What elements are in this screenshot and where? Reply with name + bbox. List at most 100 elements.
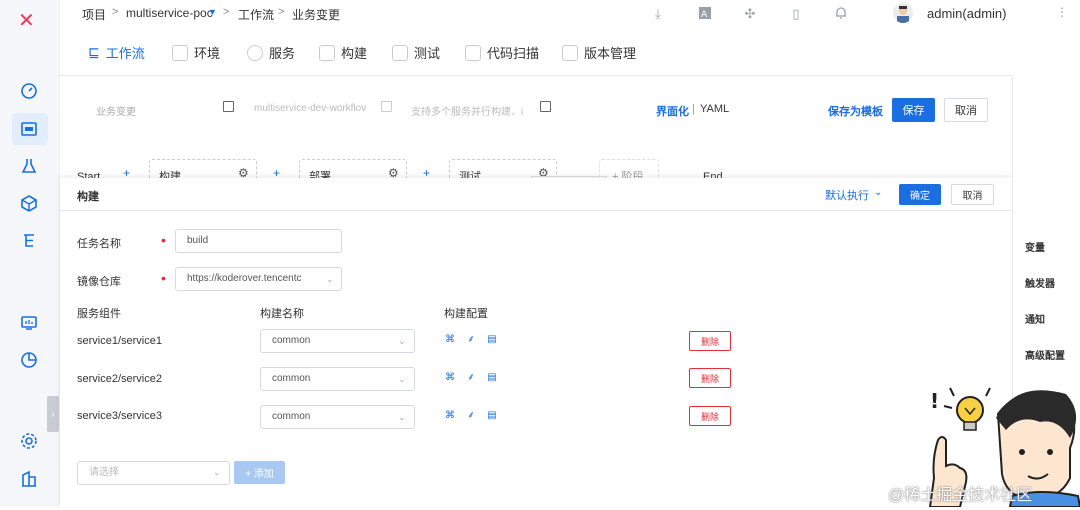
tab-build[interactable]: 构建: [319, 43, 367, 62]
breadcrumb-workflow[interactable]: 工作流: [238, 6, 274, 23]
tab-label: 工作流: [105, 46, 145, 61]
dashboard-icon[interactable]: [18, 80, 40, 102]
project-icon[interactable]: [18, 118, 40, 140]
package-icon[interactable]: [18, 192, 40, 214]
building-icon[interactable]: [18, 468, 40, 490]
test-icon: [392, 44, 408, 61]
col-service: 服务组件: [77, 308, 121, 320]
mode-gui-toggle[interactable]: 界面化: [656, 103, 689, 119]
docs-icon[interactable]: ▯: [788, 6, 804, 22]
tab-label: 版本管理: [584, 46, 637, 61]
service-select[interactable]: 请选择: [77, 461, 230, 485]
watermark: @稀土掘金技术社区: [888, 487, 1033, 504]
avatar[interactable]: [893, 3, 913, 23]
tab-environment[interactable]: 环境: [172, 43, 220, 62]
breadcrumb-separator: >: [112, 6, 119, 18]
sitemap-icon[interactable]: ⸙: [466, 373, 476, 383]
save-button[interactable]: 保存: [892, 98, 935, 122]
tab-scan[interactable]: 代码扫描: [465, 43, 539, 62]
svg-text:A: A: [701, 10, 708, 20]
document-icon[interactable]: ▤: [487, 335, 497, 345]
tab-workflow[interactable]: ⊑ 工作流: [88, 43, 145, 62]
monitor-icon[interactable]: [18, 312, 40, 334]
build-job-drawer: [60, 178, 1012, 507]
environment-icon: [172, 44, 188, 61]
document-icon[interactable]: ▤: [487, 411, 497, 421]
breadcrumb-service-project[interactable]: multiservice-poc: [126, 6, 213, 20]
sitemap-icon[interactable]: ⸙: [466, 411, 476, 421]
col-build-config: 构建配置: [444, 308, 488, 320]
tab-label: 测试: [414, 46, 441, 61]
version-icon: [562, 44, 578, 61]
drawer-cancel-button[interactable]: 取消: [951, 184, 994, 205]
panel-item-advanced[interactable]: 高级配置: [1025, 347, 1065, 362]
repo-label: 镜像仓库: [77, 276, 121, 288]
chevron-down-icon: ⌄: [326, 274, 334, 284]
breadcrumb-project[interactable]: 项目: [82, 6, 106, 23]
breadcrumb-current: 业务变更: [292, 8, 341, 22]
edit-icon[interactable]: [223, 101, 234, 112]
chevron-down-icon[interactable]: ▼: [208, 7, 217, 17]
edit-icon[interactable]: [540, 101, 551, 112]
tab-label: 服务: [269, 46, 296, 61]
document-icon[interactable]: ▤: [487, 373, 497, 383]
breadcrumb-separator: >: [278, 6, 285, 18]
svg-text:!: !: [930, 389, 939, 413]
exec-mode-dropdown[interactable]: 默认执行: [825, 187, 869, 203]
flask-icon[interactable]: [18, 155, 40, 177]
variable-icon[interactable]: ⌘: [445, 373, 455, 383]
download-icon[interactable]: ⤓: [650, 6, 666, 22]
build-select[interactable]: common: [260, 329, 415, 353]
build-select[interactable]: common: [260, 367, 415, 391]
workflow-icon: ⊑: [88, 44, 100, 60]
task-name-input[interactable]: build: [175, 229, 342, 253]
tab-service[interactable]: 服务: [247, 43, 295, 62]
chevron-down-icon: ⌄: [398, 374, 406, 384]
build-select[interactable]: common: [260, 405, 415, 429]
save-template-link[interactable]: 保存为模板: [828, 103, 883, 119]
panel-item-triggers[interactable]: 触发器: [1025, 275, 1055, 290]
settings-icon[interactable]: [18, 430, 40, 452]
sidebar-collapse-toggle[interactable]: ›: [47, 396, 59, 432]
tab-version[interactable]: 版本管理: [562, 43, 636, 62]
tab-label: 代码扫描: [487, 46, 540, 61]
logo[interactable]: ✕: [18, 8, 35, 33]
chevron-down-icon[interactable]: ⌄: [874, 187, 882, 198]
mode-yaml-toggle[interactable]: YAML: [700, 103, 729, 115]
breadcrumb-separator: >: [223, 6, 230, 18]
repo-select[interactable]: https://koderover.tencentc: [175, 267, 342, 291]
translate-icon[interactable]: A: [697, 6, 713, 22]
variable-icon[interactable]: ⌘: [445, 411, 455, 421]
delete-button[interactable]: 删除: [689, 331, 731, 351]
pie-chart-icon[interactable]: [18, 349, 40, 371]
confirm-button[interactable]: 确定: [899, 184, 941, 205]
mode-separator: |: [692, 103, 695, 115]
panel-item-variables[interactable]: 变量: [1025, 239, 1045, 254]
user-name[interactable]: admin(admin): [927, 6, 1006, 21]
col-build-name: 构建名称: [260, 308, 304, 320]
more-vert-icon[interactable]: ⋮: [1056, 5, 1068, 19]
sitemap-icon[interactable]: ⸙: [466, 335, 476, 345]
workflow-key: multiservice-dev-workflov: [254, 103, 367, 114]
service-name: service1/service1: [77, 335, 162, 347]
chevron-down-icon: ⌄: [213, 467, 221, 477]
add-button[interactable]: + 添加: [234, 461, 285, 484]
workflow-name: 业务变更: [96, 107, 136, 118]
scan-icon: [465, 44, 481, 61]
tab-test[interactable]: 测试: [392, 43, 440, 62]
panel-item-notifications[interactable]: 通知: [1025, 311, 1045, 326]
drawer-header: [60, 178, 1012, 211]
bell-icon[interactable]: [833, 6, 849, 22]
service-name: service2/service2: [77, 373, 162, 385]
service-icon: [247, 44, 263, 61]
edit-icon[interactable]: [381, 101, 392, 112]
plugin-icon[interactable]: ✣: [742, 6, 758, 22]
delete-button[interactable]: 删除: [689, 406, 731, 426]
delete-button[interactable]: 删除: [689, 368, 731, 388]
service-name: service3/service3: [77, 410, 162, 422]
variable-icon[interactable]: ⌘: [445, 335, 455, 345]
chevron-down-icon: ⌄: [398, 336, 406, 346]
task-name-label: 任务名称: [77, 238, 121, 250]
workflow-icon[interactable]: [18, 230, 40, 252]
cancel-button[interactable]: 取消: [944, 98, 988, 122]
